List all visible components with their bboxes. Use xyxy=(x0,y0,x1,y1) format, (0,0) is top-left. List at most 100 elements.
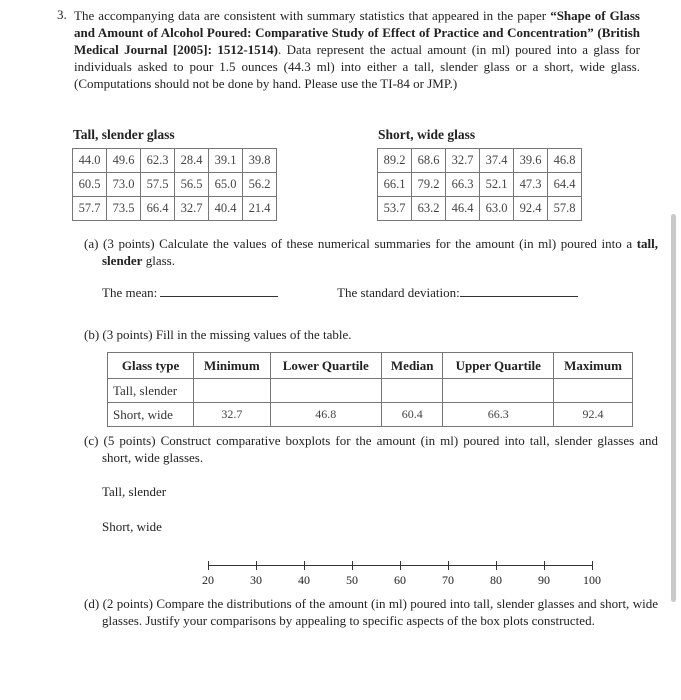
data-cell: 63.2 xyxy=(411,196,446,221)
intro-text: The accompanying data are consistent wit… xyxy=(74,8,551,23)
data-cell: 57.5 xyxy=(140,172,175,197)
data-cell: 89.2 xyxy=(377,148,412,173)
axis-tick-label: 80 xyxy=(490,573,502,587)
part-a-text: (a) (3 points) Calculate the values of t… xyxy=(84,236,637,251)
data-cell: 56.5 xyxy=(174,172,209,197)
column-header: Lower Quartile xyxy=(269,352,382,379)
tall-table-title: Tall, slender glass xyxy=(73,127,175,142)
summary-cell[interactable] xyxy=(442,378,555,403)
data-cell: 56.2 xyxy=(242,172,277,197)
data-row: 89.2 68.6 32.7 37.4 39.6 46.8 xyxy=(377,148,582,173)
data-row: 44.0 49.6 62.3 28.4 39.1 39.8 xyxy=(72,148,277,173)
data-cell: 44.0 xyxy=(72,148,107,173)
problem-number: 3. xyxy=(57,7,67,22)
part-a-text-end: glass. xyxy=(142,253,175,268)
mean-row: The mean: xyxy=(102,285,279,301)
axis-tick-label: 40 xyxy=(298,573,310,587)
summary-cell[interactable] xyxy=(193,378,271,403)
column-header: Median xyxy=(380,352,444,379)
axis-tick-label: 30 xyxy=(250,573,262,587)
axis-tick-label: 100 xyxy=(583,573,601,587)
problem-intro: The accompanying data are consistent wit… xyxy=(74,7,640,92)
column-header: Upper Quartile xyxy=(442,352,555,379)
axis-tick xyxy=(399,561,401,570)
summary-header-row: Glass type Minimum Lower Quartile Median Upp… xyxy=(106,352,633,379)
data-cell: 62.3 xyxy=(140,148,175,173)
sd-label: The standard deviation: xyxy=(337,285,460,300)
mean-blank[interactable] xyxy=(160,296,279,297)
data-cell: 21.4 xyxy=(242,196,277,221)
data-row: 66.1 79.2 66.3 52.1 47.3 64.4 xyxy=(377,172,582,197)
short-table-title: Short, wide glass xyxy=(378,127,476,142)
axis-tick xyxy=(447,561,449,570)
data-cell: 73.0 xyxy=(106,172,141,197)
axis-tick xyxy=(207,561,209,570)
data-cell: 60.5 xyxy=(72,172,107,197)
column-header: Maximum xyxy=(553,352,633,379)
axis-tick-label: 50 xyxy=(346,573,358,587)
data-cell: 32.7 xyxy=(445,148,480,173)
data-cell: 73.5 xyxy=(106,196,141,221)
scrollbar[interactable] xyxy=(671,214,676,602)
data-row: 57.7 73.5 66.4 32.7 40.4 21.4 xyxy=(72,196,277,221)
boxplot-axis: 20 30 40 50 60 70 80 90 100 xyxy=(202,561,601,587)
summary-cell: 66.3 xyxy=(442,402,555,427)
axis-tick-label: 60 xyxy=(394,573,406,587)
data-cell: 39.1 xyxy=(208,148,243,173)
boxplot-label-short: Short, wide xyxy=(102,519,162,534)
data-cell: 63.0 xyxy=(479,196,514,221)
data-cell: 32.7 xyxy=(174,196,209,221)
summary-cell: 32.7 xyxy=(193,402,271,427)
axis-tick xyxy=(351,561,353,570)
summary-cell[interactable] xyxy=(269,378,382,403)
column-header: Glass type xyxy=(106,352,195,379)
data-cell: 66.3 xyxy=(445,172,480,197)
data-cell: 66.1 xyxy=(377,172,412,197)
data-row: 53.7 63.2 46.4 63.0 92.4 57.8 xyxy=(377,196,582,221)
summary-cell: 46.8 xyxy=(269,402,382,427)
summary-table: Glass type Minimum Lower Quartile Median Upp… xyxy=(106,352,633,427)
boxplot-label-tall: Tall, slender xyxy=(102,484,167,499)
data-cell: 65.0 xyxy=(208,172,243,197)
data-cell: 57.8 xyxy=(547,196,582,221)
data-cell: 47.3 xyxy=(513,172,548,197)
data-cell: 28.4 xyxy=(174,148,209,173)
short-data-table: 89.2 68.6 32.7 37.4 39.6 46.8 66.1 79.2 66.3 52.1… xyxy=(377,148,582,221)
summary-row: Tall, slender xyxy=(106,378,633,403)
data-cell: 53.7 xyxy=(377,196,412,221)
axis-tick xyxy=(303,561,305,570)
data-row: 60.5 73.0 57.5 56.5 65.0 56.2 xyxy=(72,172,277,197)
summary-cell[interactable] xyxy=(553,378,633,403)
data-cell: 49.6 xyxy=(106,148,141,173)
mean-label: The mean: xyxy=(102,285,158,300)
data-cell: 79.2 xyxy=(411,172,446,197)
data-cell: 37.4 xyxy=(479,148,514,173)
summary-cell[interactable] xyxy=(380,378,444,403)
data-cell: 66.4 xyxy=(140,196,175,221)
glass-type-cell: Tall, slender xyxy=(106,378,195,403)
summary-cell: 92.4 xyxy=(553,402,633,427)
column-header: Minimum xyxy=(193,352,271,379)
part-a: (a) (3 points) Calculate the values of t… xyxy=(84,235,658,269)
summary-row: Short, wide 32.7 46.8 60.4 66.3 92.4 xyxy=(106,402,633,427)
part-d-text: (d) (2 points) Compare the distributions… xyxy=(84,596,658,628)
part-b-text: (b) (3 points) Fill in the missing value… xyxy=(84,327,352,342)
data-cell: 57.7 xyxy=(72,196,107,221)
data-cell: 39.6 xyxy=(513,148,548,173)
data-cell: 68.6 xyxy=(411,148,446,173)
axis-tick xyxy=(543,561,545,570)
sd-row: The standard deviation: xyxy=(337,285,578,301)
data-cell: 40.4 xyxy=(208,196,243,221)
axis-tick-label: 20 xyxy=(202,573,214,587)
axis-tick-label: 90 xyxy=(538,573,550,587)
data-cell: 64.4 xyxy=(547,172,582,197)
summary-cell: 60.4 xyxy=(380,402,444,427)
sd-blank[interactable] xyxy=(459,296,578,297)
tall-data-table: 44.0 49.6 62.3 28.4 39.1 39.8 60.5 73.0 57.5 56.5… xyxy=(72,148,277,221)
part-c-text: (c) (5 points) Construct comparative box… xyxy=(84,433,658,465)
axis-tick xyxy=(495,561,497,570)
data-cell: 92.4 xyxy=(513,196,548,221)
glass-type-cell: Short, wide xyxy=(106,402,195,427)
data-cell: 46.8 xyxy=(547,148,582,173)
axis-tick-label: 70 xyxy=(442,573,454,587)
